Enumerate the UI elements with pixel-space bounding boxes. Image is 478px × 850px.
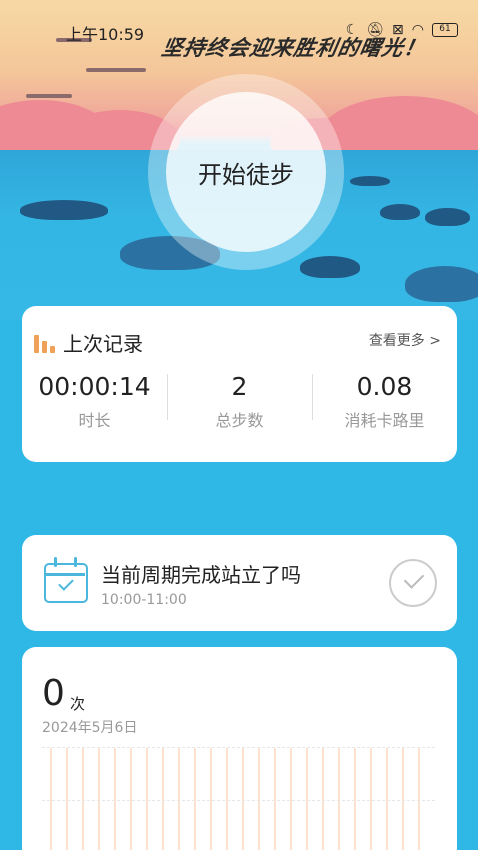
grid-column	[114, 748, 116, 850]
start-hiking-button[interactable]: 开始徒步	[166, 92, 326, 252]
stat-value: 2	[231, 372, 248, 401]
task-time-range: 10:00-11:00	[101, 592, 187, 608]
calendar-check-icon	[44, 557, 88, 603]
grid-column	[354, 748, 356, 850]
status-time: 上午10:59	[66, 25, 145, 44]
grid-column	[322, 748, 324, 850]
grid-column	[130, 748, 132, 850]
complete-check-button[interactable]	[389, 559, 437, 607]
view-more-link[interactable]: 查看更多 >	[369, 330, 441, 350]
last-record-card: 上次记录 查看更多 > 00:00:14 时长 2 总步数 0.08 消耗卡路里	[22, 306, 457, 462]
grid-column	[418, 748, 420, 850]
stat-value: 00:00:14	[38, 372, 151, 401]
island-decoration	[425, 208, 470, 226]
grid-column	[210, 748, 212, 850]
grid-column	[50, 748, 52, 850]
slogan: 坚持终会迎来胜利的曙光！	[159, 36, 428, 60]
island-decoration	[300, 256, 360, 278]
grid-column	[402, 748, 404, 850]
grid-column	[146, 748, 148, 850]
grid-column	[194, 748, 196, 850]
island-decoration	[350, 176, 390, 186]
stat-label: 时长	[78, 411, 111, 430]
grid-column	[242, 748, 244, 850]
task-title: 当前周期完成站立了吗	[101, 563, 301, 587]
standing-task-card[interactable]: 当前周期完成站立了吗 10:00-11:00	[22, 535, 457, 631]
count-date: 2024年5月6日	[42, 720, 138, 736]
grid-column	[162, 748, 164, 850]
grid-column	[98, 748, 100, 850]
stat-label: 消耗卡路里	[344, 411, 425, 430]
plane-decoration	[86, 68, 146, 72]
count-value: 0	[42, 673, 65, 714]
record-title: 上次记录	[63, 332, 143, 356]
island-decoration	[20, 200, 108, 220]
stat-duration: 00:00:14 时长	[22, 372, 167, 431]
island-decoration	[380, 204, 420, 220]
stat-steps: 2 总步数	[167, 372, 312, 431]
grid-column	[338, 748, 340, 850]
count-unit: 次	[70, 695, 86, 713]
grid-column	[290, 748, 292, 850]
grid-column	[226, 748, 228, 850]
bar-chart-icon	[34, 333, 55, 353]
stat-value: 0.08	[356, 372, 413, 401]
grid-column	[386, 748, 388, 850]
grid-column	[274, 748, 276, 850]
grid-column	[258, 748, 260, 850]
stat-calories: 0.08 消耗卡路里	[312, 372, 457, 431]
battery-icon: 61	[432, 23, 458, 37]
grid-row	[42, 800, 435, 801]
stat-label: 总步数	[215, 411, 264, 430]
count-chart-grid	[42, 747, 435, 850]
grid-column	[66, 748, 68, 850]
count-card: 0 次 2024年5月6日	[22, 647, 457, 850]
grid-column	[370, 748, 372, 850]
island-decoration	[405, 266, 478, 302]
header-banner: 上午10:59 ☾ 🔕︎ ⊠ ◠ 61 坚持终会迎来胜利的曙光！ 开始徒步	[0, 0, 478, 320]
record-stats: 00:00:14 时长 2 总步数 0.08 消耗卡路里	[22, 372, 457, 431]
record-header: 上次记录	[34, 328, 143, 357]
grid-column	[306, 748, 308, 850]
plane-decoration	[26, 94, 72, 98]
grid-column	[82, 748, 84, 850]
grid-column	[178, 748, 180, 850]
